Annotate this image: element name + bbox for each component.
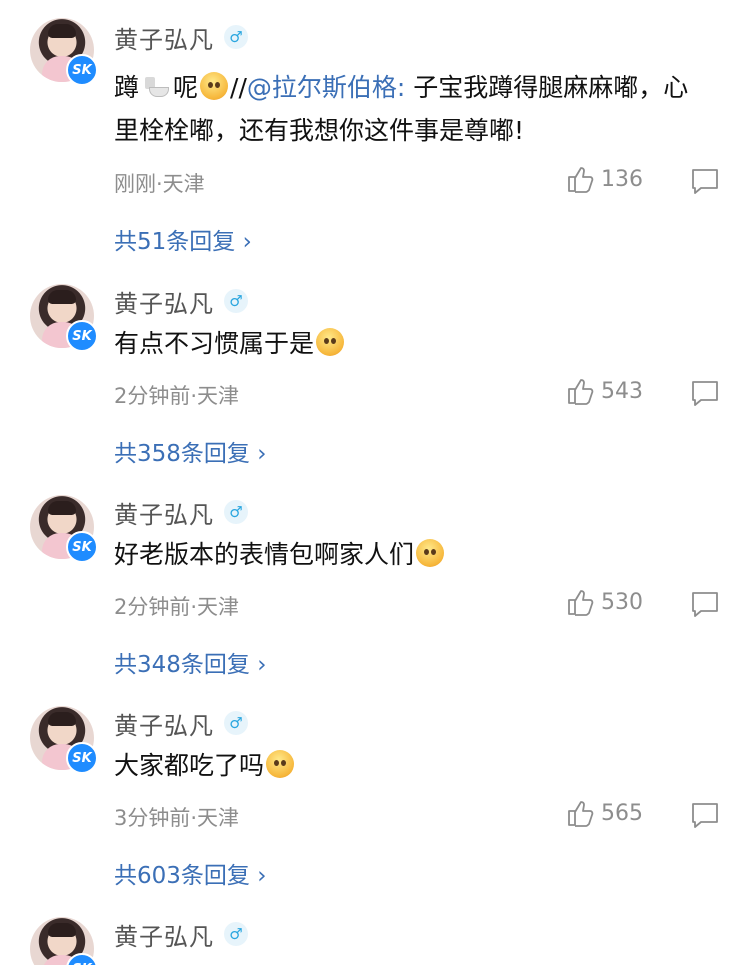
username[interactable]: 黄子弘凡 [114,495,214,530]
emoji-icon [316,328,345,356]
toilet-emoji-icon [143,75,170,99]
comment-bubble-icon[interactable] [690,166,720,196]
verified-badge-icon: SK [66,742,98,774]
like-button[interactable]: 530 [565,587,643,617]
avatar[interactable]: SK [30,284,98,352]
view-replies-link[interactable]: 共51条回复 › [114,222,252,256]
male-gender-icon: ♂ [224,25,248,49]
view-replies-link[interactable]: 共603条回复 › [114,856,266,890]
verified-badge-icon: SK [66,320,98,352]
view-replies-link[interactable]: 共348条回复 › [114,645,266,679]
avatar[interactable]: SK [30,18,98,86]
username[interactable]: 黄子弘凡 [114,706,214,741]
avatar[interactable]: SK [30,917,98,965]
username-row: 黄子弘凡 ♂ [114,917,248,951]
username[interactable]: 黄子弘凡 [114,20,214,55]
comment-bubble-icon[interactable] [690,589,720,619]
male-gender-icon: ♂ [224,500,248,524]
verified-badge-icon: SK [66,54,98,86]
male-gender-icon: ♂ [224,289,248,313]
like-button[interactable]: 136 [565,164,643,194]
view-replies-link[interactable]: 共358条回复 › [114,434,266,468]
username-row: 黄子弘凡 ♂ [114,284,248,318]
comment-item: SK 黄子弘凡 ♂ 有点不习惯属于是 2分钟前·天津 543 共358条回复 › [0,272,734,483]
thumbs-up-icon [568,379,594,405]
comment-text: 大家都吃了吗 [114,744,704,787]
comment-item: SK 黄子弘凡 ♂ 好老版本的表情包啊家人们 2分钟前·天津 530 共348条… [0,483,734,694]
emoji-icon [266,750,295,778]
comment-bubble-icon[interactable] [690,800,720,830]
comment-text: 蹲呢//@拉尔斯伯格: 子宝我蹲得腿麻麻嘟，心里栓栓嘟，还有我想你这件事是尊嘟! [114,72,689,145]
thumbs-up-icon [568,801,594,827]
comment-item: SK 黄子弘凡 ♂ 蹲呢//@拉尔斯伯格: 子宝我蹲得腿麻麻嘟，心里栓栓嘟，还有… [0,0,734,255]
male-gender-icon: ♂ [224,711,248,735]
comment-item: SK 黄子弘凡 ♂ [0,905,734,965]
like-count: 543 [601,378,643,404]
avatar[interactable]: SK [30,495,98,563]
timestamp-location: 2分钟前·天津 [114,595,240,619]
mention-link[interactable]: @拉尔斯伯格: [247,73,405,102]
emoji-icon [416,539,445,567]
like-button[interactable]: 543 [565,376,643,406]
username-row: 黄子弘凡 ♂ [114,706,248,740]
verified-badge-icon: SK [66,531,98,563]
thumbs-up-icon [568,590,594,616]
username[interactable]: 黄子弘凡 [114,284,214,319]
username-row: 黄子弘凡 ♂ [114,495,248,529]
emoji-icon [200,72,229,100]
like-count: 565 [601,800,643,826]
comment-item: SK 黄子弘凡 ♂ 大家都吃了吗 3分钟前·天津 565 共603条回复 › [0,694,734,905]
timestamp-location: 3分钟前·天津 [114,806,240,830]
comment-bubble-icon[interactable] [690,378,720,408]
thumbs-up-icon [568,167,594,193]
male-gender-icon: ♂ [224,922,248,946]
timestamp-location: 2分钟前·天津 [114,384,240,408]
timestamp-location: 刚刚·天津 [114,172,205,196]
like-button[interactable]: 565 [565,798,643,828]
username[interactable]: 黄子弘凡 [114,917,214,952]
username-row: 黄子弘凡 ♂ [114,20,248,54]
avatar[interactable]: SK [30,706,98,774]
like-count: 530 [601,589,643,615]
comment-text: 好老版本的表情包啊家人们 [114,533,704,576]
like-count: 136 [601,166,643,192]
comment-text: 有点不习惯属于是 [114,322,704,365]
